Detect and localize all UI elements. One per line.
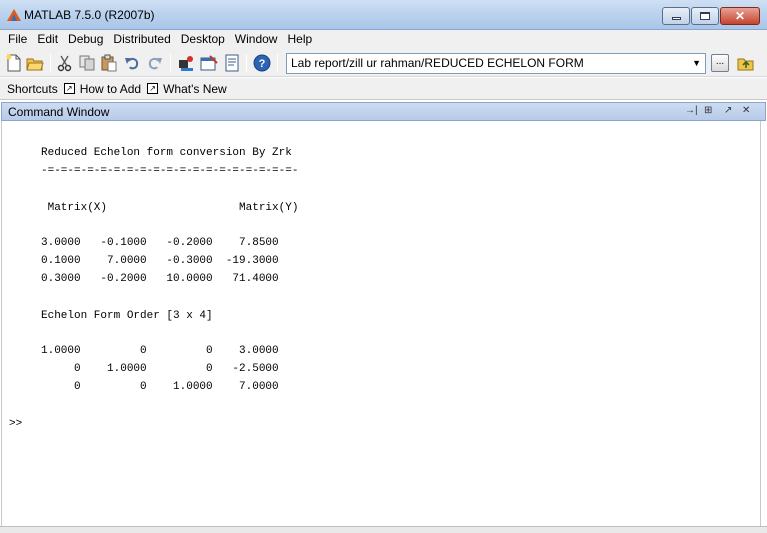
- matrix-row: 0.1000 7.0000 -0.3000 -19.3000: [41, 255, 279, 267]
- menu-edit[interactable]: Edit: [32, 31, 63, 48]
- toolbar-separator: [246, 54, 247, 72]
- matlab-logo-icon: [7, 9, 21, 21]
- minimize-icon: [671, 16, 681, 20]
- shortcuts-label[interactable]: Shortcuts: [7, 82, 58, 96]
- shortcut-link-icon: ↗: [63, 83, 75, 94]
- chevron-down-icon[interactable]: ▼: [692, 54, 701, 73]
- shortcut-how-to-add[interactable]: How to Add: [80, 82, 141, 96]
- current-directory-field[interactable]: Lab report/zill ur rahman/REDUCED ECHELO…: [286, 53, 706, 74]
- shortcut-whats-new[interactable]: What's New: [163, 82, 227, 96]
- command-window[interactable]: Reduced Echelon form conversion By Zrk -…: [1, 121, 761, 526]
- pop-out-icon[interactable]: ↗: [724, 105, 732, 116]
- guide-icon[interactable]: [200, 54, 218, 72]
- close-pane-icon[interactable]: ✕: [742, 105, 750, 116]
- cut-icon[interactable]: [56, 54, 74, 72]
- help-icon[interactable]: ?: [253, 54, 271, 72]
- menu-distributed[interactable]: Distributed: [108, 31, 175, 48]
- maximize-button[interactable]: [691, 7, 719, 25]
- close-icon: ✕: [734, 9, 746, 23]
- command-window-title: Command Window: [8, 105, 110, 119]
- echelon-row: 0 0 1.0000 7.0000: [41, 381, 279, 393]
- maximize-pane-icon[interactable]: ⊞: [704, 105, 712, 116]
- shortcuts-bar: Shortcuts ↗ How to Add ↗ What's New: [0, 78, 767, 100]
- current-directory-value: Lab report/zill ur rahman/REDUCED ECHELO…: [291, 56, 584, 70]
- status-bar: [0, 526, 767, 533]
- menu-desktop[interactable]: Desktop: [176, 31, 230, 48]
- command-window-header: Command Window →| ⊞ ↗ ✕: [1, 102, 766, 121]
- menu-help[interactable]: Help: [282, 31, 317, 48]
- toolbar-separator: [170, 54, 171, 72]
- menu-debug[interactable]: Debug: [63, 31, 108, 48]
- toolbar-separator: [50, 54, 51, 72]
- toolbar-separator: [277, 54, 278, 72]
- svg-text:?: ?: [259, 58, 266, 70]
- minimize-button[interactable]: [662, 7, 690, 25]
- maximize-icon: [700, 12, 710, 20]
- menu-bar: File Edit Debug Distributed Desktop Wind…: [0, 30, 767, 49]
- echelon-row: 0 1.0000 0 -2.5000: [41, 363, 279, 375]
- profiler-icon[interactable]: [223, 54, 241, 72]
- close-button[interactable]: ✕: [720, 7, 760, 25]
- new-file-icon[interactable]: [5, 54, 23, 72]
- output-separator: -=-=-=-=-=-=-=-=-=-=-=-=-=-=-=-=-=-=-=-: [41, 165, 299, 177]
- menu-file[interactable]: File: [3, 31, 32, 48]
- redo-icon[interactable]: [146, 54, 164, 72]
- simulink-icon[interactable]: [177, 54, 195, 72]
- up-folder-icon[interactable]: [737, 54, 755, 72]
- shortcut-link-icon: ↗: [147, 83, 159, 94]
- matrix-headers: Matrix(X) Matrix(Y): [41, 202, 299, 214]
- output-heading: Reduced Echelon form conversion By Zrk: [41, 147, 292, 159]
- command-prompt[interactable]: >>: [9, 418, 22, 431]
- echelon-order-label: Echelon Form Order [3 x 4]: [41, 310, 213, 322]
- matrix-row: 0.3000 -0.2000 10.0000 71.4000: [41, 273, 279, 285]
- copy-icon[interactable]: [78, 54, 96, 72]
- matrix-row: 3.0000 -0.1000 -0.2000 7.8500: [41, 237, 279, 249]
- title-bar: MATLAB 7.5.0 (R2007b) ✕: [0, 0, 767, 30]
- browse-folder-button[interactable]: ...: [711, 54, 729, 72]
- undo-icon[interactable]: [123, 54, 141, 72]
- echelon-row: 1.0000 0 0 3.0000: [41, 345, 279, 357]
- menu-window[interactable]: Window: [230, 31, 283, 48]
- open-icon[interactable]: [26, 54, 44, 72]
- window-title: MATLAB 7.5.0 (R2007b): [24, 8, 155, 22]
- paste-icon[interactable]: [100, 54, 118, 72]
- undock-icon[interactable]: →|: [685, 105, 698, 116]
